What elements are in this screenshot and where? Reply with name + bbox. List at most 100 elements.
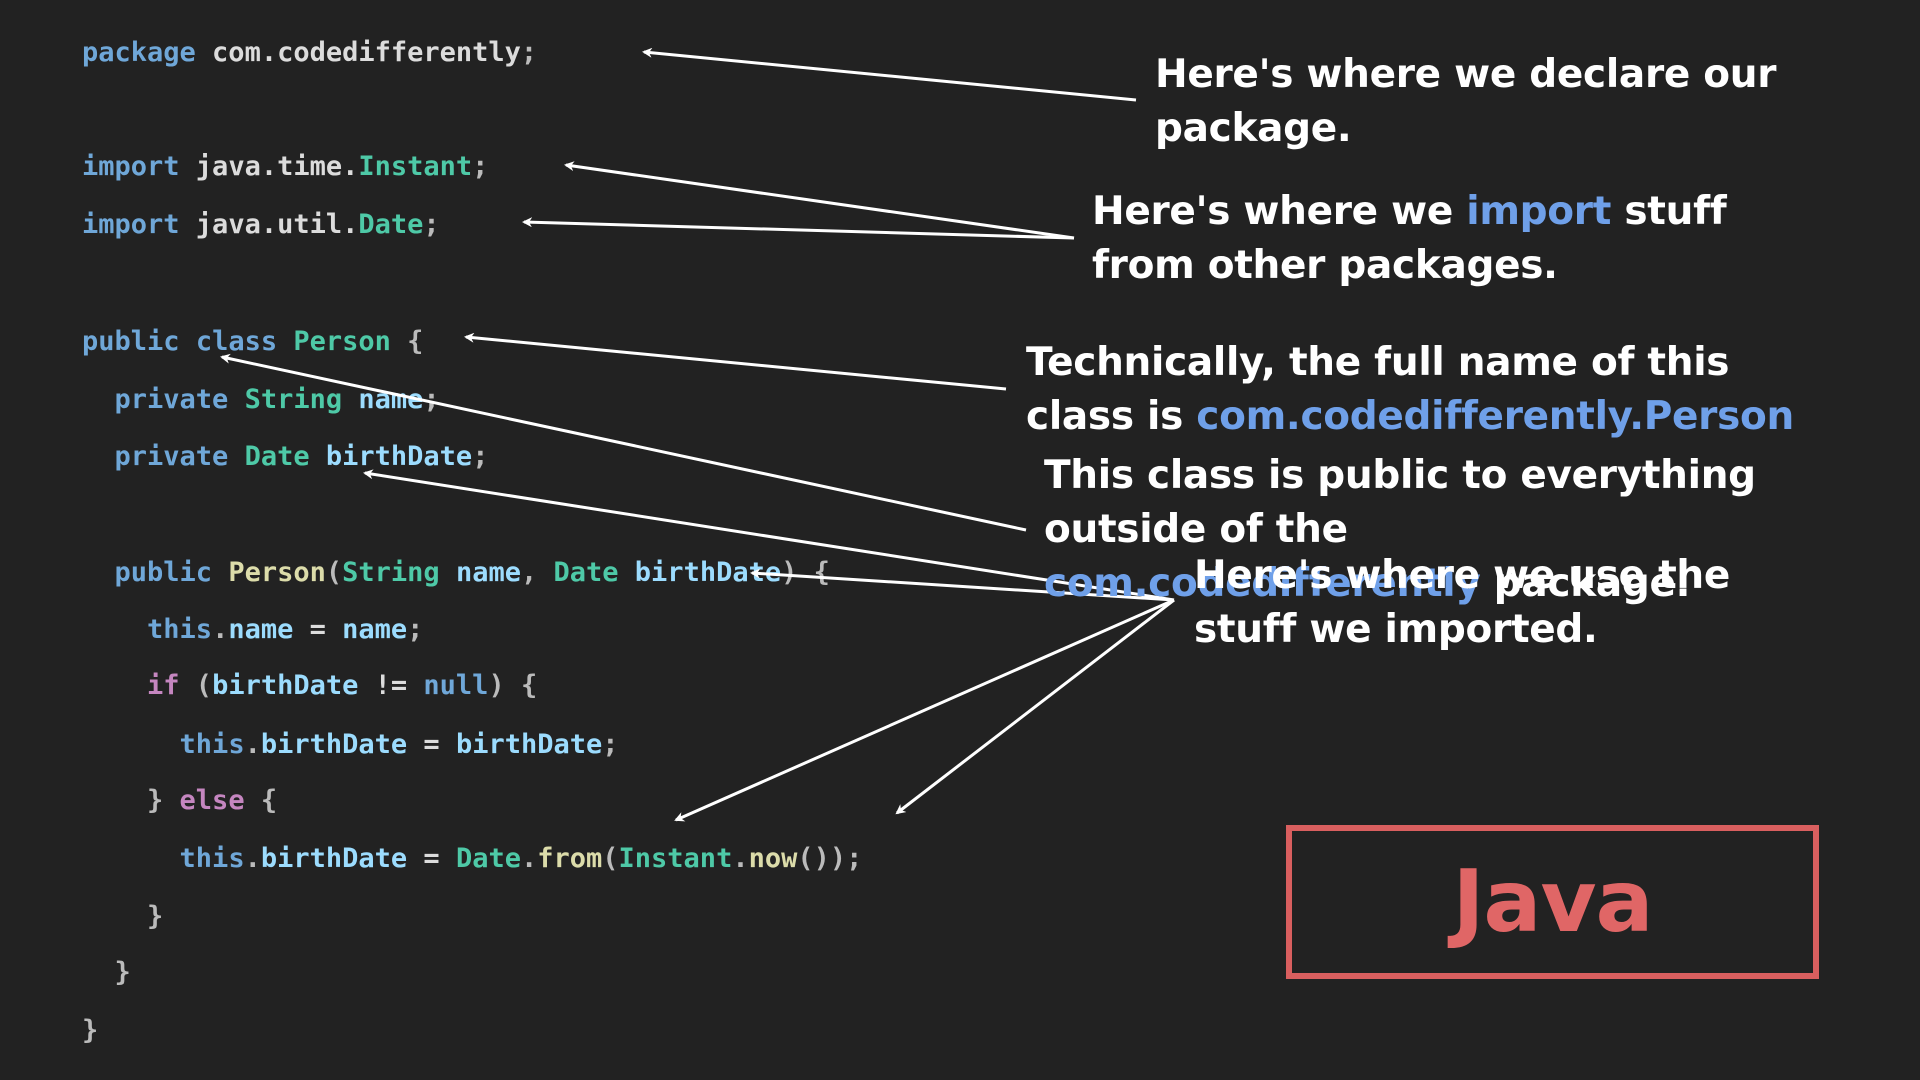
code-token: class (195, 326, 278, 357)
code-token: ()); (797, 843, 863, 874)
code-token: this (179, 843, 245, 874)
code-token: if (147, 670, 180, 701)
code-line: public Person(String name, Date birthDat… (82, 553, 830, 593)
code-line: this.birthDate = birthDate; (82, 725, 619, 765)
java-badge-label: Java (1452, 852, 1653, 952)
code-token: birthDate (260, 729, 408, 760)
code-token: birthDate (634, 557, 782, 588)
code-token: birthDate (455, 729, 603, 760)
code-token: { (390, 326, 424, 357)
callout-use: Here's where we use the stuff we importe… (1194, 549, 1834, 657)
code-token: ; (423, 209, 440, 240)
code-token: Date (553, 557, 619, 588)
code-line: } (82, 1011, 98, 1051)
code-line: } (82, 897, 163, 937)
code-token: now (748, 843, 798, 874)
arrow-import-instant (564, 161, 1075, 240)
code-token: com.codedifferently (195, 37, 521, 68)
code-token: private (114, 441, 229, 472)
code-line: } (82, 953, 131, 993)
code-line: if (birthDate != null) { (82, 666, 537, 706)
code-token: package (82, 37, 196, 68)
code-token: Instant (618, 843, 733, 874)
code-token: } (82, 901, 164, 932)
code-token: this (179, 729, 245, 760)
code-line: package com.codedifferently; (82, 33, 537, 73)
code-line: this.birthDate = Date.from(Instant.now()… (82, 839, 863, 879)
code-token: { (244, 785, 278, 816)
slide: package com.codedifferently; import java.… (0, 0, 1920, 1080)
code-token: ; (520, 37, 538, 68)
code-token: ; (423, 384, 440, 415)
code-token: private (114, 384, 229, 415)
callout-text: Here's where we use the stuff we importe… (1194, 553, 1731, 652)
code-token: = (293, 614, 343, 645)
callout-highlight: import (1466, 189, 1612, 234)
code-token: java.util. (179, 209, 359, 240)
code-token: ( (325, 557, 343, 588)
code-token: . (244, 843, 261, 874)
code-line: } else { (82, 781, 277, 821)
code-token: String (342, 557, 440, 588)
code-token: = (407, 843, 456, 874)
code-token: public (114, 557, 213, 588)
code-token: . (212, 614, 229, 645)
code-token: . (732, 843, 749, 874)
code-token: Person (228, 557, 326, 588)
code-token: } (82, 1015, 99, 1046)
code-token: = (407, 729, 456, 760)
callout-package: Here's where we declare our package. (1155, 48, 1795, 156)
code-token: Date (455, 843, 521, 874)
code-token: name (228, 614, 294, 645)
code-token: else (179, 785, 245, 816)
code-token: ( (179, 670, 213, 701)
code-line: public class Person { (82, 322, 423, 362)
callout-fullname: Technically, the full name of this class… (1026, 336, 1816, 444)
code-token: birthDate (212, 670, 359, 701)
code-line: private Date birthDate; (82, 437, 489, 477)
code-token: java.time. (179, 151, 359, 182)
arrow-fullname-class (464, 332, 1007, 391)
callout-import: Here's where we import stuff from other … (1092, 185, 1732, 293)
code-token: } (147, 785, 180, 816)
code-token: , (520, 557, 554, 588)
code-token: ) { (488, 670, 538, 701)
code-line: private String name; (82, 380, 440, 420)
arrow-package (642, 47, 1137, 102)
code-line: this.name = name; (82, 610, 423, 650)
code-token: public (82, 326, 180, 357)
code-token: null (423, 670, 489, 701)
code-token: name (342, 614, 408, 645)
code-token: name (358, 384, 424, 415)
code-token: Date (358, 209, 424, 240)
callout-text: Here's where we declare our package. (1155, 52, 1777, 151)
code-token: ) { (781, 557, 830, 588)
callout-text: Here's where we (1092, 189, 1467, 234)
code-line: import java.time.Instant; (82, 147, 488, 187)
code-token: } (82, 957, 131, 988)
code-token: . (520, 843, 538, 874)
arrow-import-date (522, 217, 1075, 240)
code-token: birthDate (260, 843, 408, 874)
code-token: birthDate (325, 441, 473, 472)
code-token: String (244, 384, 343, 415)
code-token: Instant (358, 151, 473, 182)
code-line: import java.util.Date; (82, 205, 440, 245)
code-token: ; (472, 151, 489, 182)
code-token: from (537, 843, 603, 874)
callout-text: This class is public to everything outsi… (1044, 453, 1756, 552)
